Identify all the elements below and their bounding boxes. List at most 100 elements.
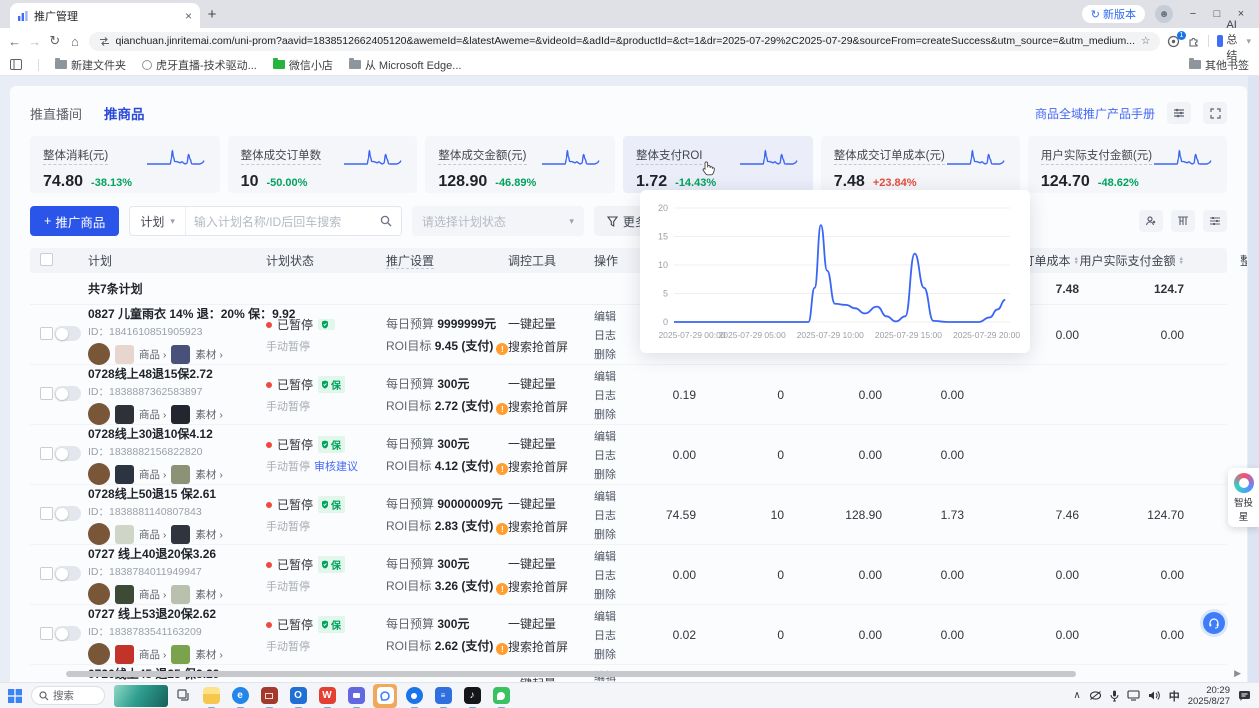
help-fab-button[interactable] — [1200, 609, 1228, 637]
bookmark-item[interactable]: 新建文件夹 — [55, 57, 126, 73]
wps-app[interactable]: W — [315, 684, 339, 708]
row-toggle-switch[interactable] — [54, 566, 81, 581]
bookmark-item[interactable]: 从 Microsoft Edge... — [349, 57, 462, 73]
tab-close-icon[interactable]: × — [185, 9, 192, 23]
tool-one-key-boost[interactable]: 一键起量 — [508, 555, 594, 572]
header-settings[interactable]: 推广设置 — [386, 252, 508, 269]
op-log-link[interactable]: 日志 — [594, 627, 648, 643]
plan-title[interactable]: 0728线上50退15 保2.61 — [88, 485, 266, 502]
table-row[interactable]: 0827 儿童雨衣 14% 退：20% 保：9.92 ID：1841610851… — [30, 305, 1227, 365]
tool-search-screen[interactable]: 搜索抢首屏 — [508, 338, 594, 355]
search-type-select[interactable]: 计划▾ — [130, 207, 186, 235]
row-toggle-switch[interactable] — [54, 326, 81, 341]
roi-info-icon[interactable]: ! — [496, 643, 508, 655]
row-toggle-switch[interactable] — [54, 626, 81, 641]
tab-live-room[interactable]: 推直播间 — [30, 104, 82, 123]
blue-circle-app[interactable] — [402, 684, 426, 708]
extensions-puzzle-icon[interactable] — [1188, 35, 1200, 47]
op-delete-link[interactable]: 删除 — [594, 466, 648, 482]
qianchuan-app[interactable] — [373, 684, 397, 708]
outlook-app[interactable]: O — [286, 684, 310, 708]
row-toggle-switch[interactable] — [54, 386, 81, 401]
row-toggle-switch[interactable] — [54, 506, 81, 521]
select-all-checkbox[interactable] — [40, 253, 53, 266]
review-suggestion-link[interactable]: 审核建议 — [314, 461, 358, 473]
start-button[interactable] — [8, 689, 22, 703]
plan-title[interactable]: 0728线上30退10保4.12 — [88, 425, 266, 442]
home-icon[interactable]: ⌂ — [68, 34, 81, 49]
bookmark-item[interactable]: 虎牙直播-技术驱动... — [142, 57, 257, 73]
material-link[interactable]: 素材 › — [195, 407, 222, 422]
table-row[interactable]: 0727 线上40退20保3.26 ID：1838784011949947 商品… — [30, 545, 1227, 605]
browser-tab[interactable]: 推广管理 × — [10, 3, 200, 28]
ime-indicator[interactable]: 中 — [1169, 688, 1180, 704]
tool-search-screen[interactable]: 搜索抢首屏 — [508, 398, 594, 415]
material-link[interactable]: 素材 › — [195, 347, 222, 362]
roi-info-icon[interactable]: ! — [496, 523, 508, 535]
tool-one-key-boost[interactable]: 一键起量 — [508, 375, 594, 392]
forward-icon[interactable]: → — [28, 34, 41, 49]
touchpad-off-icon[interactable] — [1089, 690, 1102, 701]
row-checkbox[interactable] — [40, 507, 53, 520]
product-link[interactable]: 商品 › — [139, 587, 166, 602]
tray-chevron-icon[interactable]: ∧ — [1073, 690, 1080, 701]
metric-card[interactable]: 整体成交金额(元) 128.90 -46.89% — [425, 136, 615, 193]
header-metric-column[interactable]: 用户实际支付金额▲▼ — [1091, 252, 1196, 269]
material-link[interactable]: 素材 › — [195, 527, 222, 542]
columns-config-icon[interactable] — [1167, 102, 1191, 124]
reload-icon[interactable]: ↻ — [48, 33, 61, 49]
edge-app[interactable]: e — [228, 684, 252, 708]
row-checkbox[interactable] — [40, 447, 53, 460]
blue-square-app[interactable]: ≡ — [431, 684, 455, 708]
tool-search-screen[interactable]: 搜索抢首屏 — [508, 458, 594, 475]
header-tools[interactable]: 调控工具 — [508, 252, 594, 269]
widgets-weather-thumbnail[interactable] — [114, 685, 168, 707]
file-explorer-app[interactable] — [199, 684, 223, 708]
plan-title[interactable]: 0728线上48退15保2.72 — [88, 365, 266, 382]
table-settings-icon[interactable] — [1203, 210, 1227, 232]
roi-info-icon[interactable]: ! — [496, 583, 508, 595]
chart-columns-icon[interactable] — [1171, 210, 1195, 232]
tool-one-key-boost[interactable]: 一键起量 — [508, 615, 594, 632]
product-link[interactable]: 商品 › — [139, 407, 166, 422]
op-delete-link[interactable]: 删除 — [594, 526, 648, 542]
row-checkbox[interactable] — [40, 567, 53, 580]
material-link[interactable]: 素材 › — [195, 587, 222, 602]
metric-card[interactable]: 整体支付ROI 1.72 -14.43% — [623, 136, 813, 193]
op-edit-link[interactable]: 编辑 — [594, 488, 648, 504]
bookmark-star-icon[interactable]: ☆ — [1141, 35, 1150, 47]
op-edit-link[interactable]: 编辑 — [594, 548, 648, 564]
tab-products[interactable]: 推商品 — [104, 103, 145, 123]
red-store-app[interactable] — [257, 684, 281, 708]
notification-icon[interactable] — [1238, 690, 1251, 702]
manual-link[interactable]: 商品全域推广产品手册 — [1035, 105, 1155, 122]
speaker-icon[interactable] — [1148, 690, 1161, 701]
metric-card[interactable]: 用户实际支付金额(元) 124.70 -48.62% — [1028, 136, 1227, 193]
header-metric-column[interactable]: 整体 — [1196, 252, 1247, 269]
header-status[interactable]: 计划状态 — [266, 252, 386, 269]
roi-info-icon[interactable]: ! — [496, 403, 508, 415]
fullscreen-icon[interactable] — [1203, 102, 1227, 124]
op-delete-link[interactable]: 删除 — [594, 406, 648, 422]
op-delete-link[interactable]: 删除 — [594, 646, 648, 662]
audience-person-icon[interactable] — [1139, 210, 1163, 232]
table-row[interactable]: 0728线上50退15 保2.61 ID：1838881140807843 商品… — [30, 485, 1227, 545]
op-edit-link[interactable]: 编辑 — [594, 428, 648, 444]
table-row[interactable]: 0728线上48退15保2.72 ID：1838887362583897 商品 … — [30, 365, 1227, 425]
row-checkbox[interactable] — [40, 327, 53, 340]
microphone-icon[interactable] — [1110, 690, 1119, 702]
op-log-link[interactable]: 日志 — [594, 507, 648, 523]
material-link[interactable]: 素材 › — [195, 647, 222, 662]
row-checkbox[interactable] — [40, 627, 53, 640]
plan-title[interactable]: 0827 儿童雨衣 14% 退：20% 保：9.92 — [88, 305, 266, 322]
sort-icon[interactable]: ▲▼ — [1179, 257, 1184, 265]
product-link[interactable]: 商品 › — [139, 467, 166, 482]
op-log-link[interactable]: 日志 — [594, 447, 648, 463]
scrollbar-thumb[interactable] — [66, 671, 1076, 677]
bookmark-item[interactable]: 微信小店 — [273, 57, 333, 73]
extension-icon[interactable]: 1 — [1167, 35, 1180, 48]
header-plan[interactable]: 计划 — [88, 252, 266, 269]
material-link[interactable]: 素材 › — [195, 467, 222, 482]
table-row[interactable]: 0727 线上53退20保2.62 ID：1838783541163209 商品… — [30, 605, 1227, 665]
scroll-right-arrow[interactable]: ▶ — [1234, 668, 1241, 679]
